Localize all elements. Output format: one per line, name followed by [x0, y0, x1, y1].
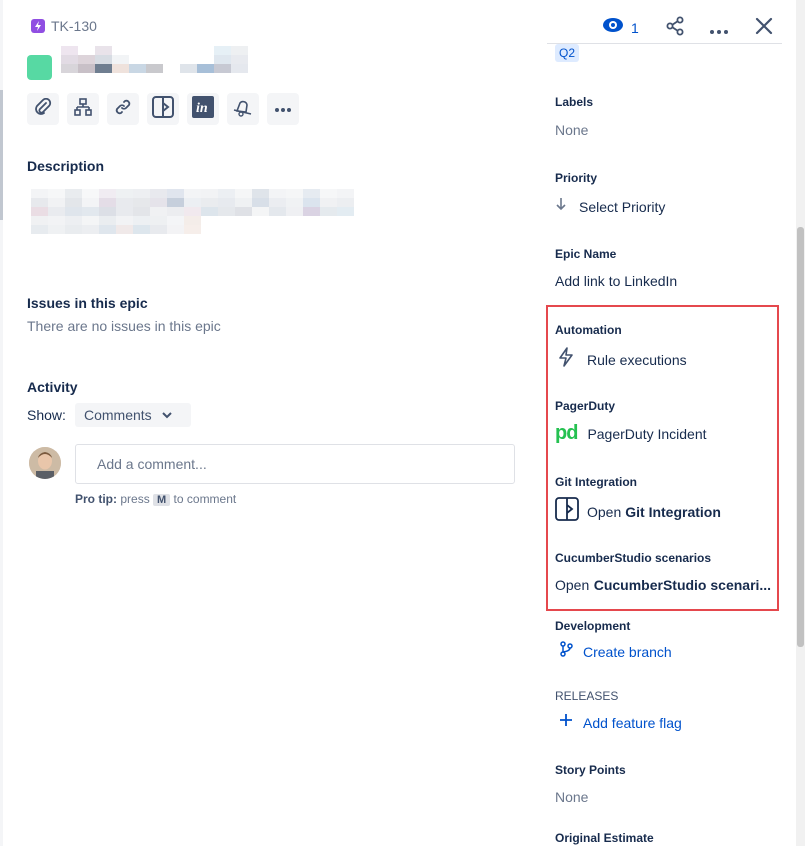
activity-filter-select[interactable]: Comments: [75, 403, 191, 427]
left-panel-scrollbar[interactable]: [0, 90, 3, 220]
labels-label: Labels: [555, 95, 594, 109]
issue-key-link[interactable]: TK-130: [51, 18, 97, 34]
cucumber-value: CucumberStudio scenari...: [593, 577, 772, 593]
automation-value: Rule executions: [587, 351, 687, 368]
share-button[interactable]: [665, 16, 685, 41]
eye-icon: [602, 17, 624, 38]
attach-button[interactable]: [27, 93, 59, 125]
epic-name-value[interactable]: Add link to LinkedIn: [555, 273, 677, 289]
pro-tip-pre: press: [120, 492, 150, 506]
chevron-down-icon: [161, 406, 172, 424]
header-divider: [547, 43, 782, 44]
sprint-tag[interactable]: Q2: [555, 44, 580, 62]
arrow-down-icon: [555, 197, 567, 216]
labels-value[interactable]: None: [555, 122, 588, 138]
create-branch-value: Create branch: [583, 643, 672, 660]
branch-icon: [559, 641, 573, 662]
svg-text:in: in: [196, 101, 208, 116]
create-branch-link[interactable]: Create branch: [559, 641, 672, 662]
git-integration-value: Git Integration: [625, 503, 721, 520]
watch-count: 1: [631, 19, 639, 36]
git-integration-button[interactable]: [147, 93, 179, 125]
issues-in-epic-empty-text: There are no issues in this epic: [27, 318, 221, 334]
close-button[interactable]: [755, 17, 773, 40]
add-feature-flag-link[interactable]: Add feature flag: [559, 713, 682, 732]
cucumber-label: CucumberStudio scenarios: [555, 551, 712, 565]
git-integration-label: Git Integration: [555, 475, 637, 489]
more-actions-button[interactable]: [267, 93, 299, 125]
plus-icon: [559, 713, 573, 732]
priority-field[interactable]: Select Priority: [555, 197, 665, 216]
pagerduty-label: PagerDuty: [555, 399, 616, 413]
pagerduty-incident[interactable]: pd PagerDuty Incident: [555, 422, 707, 445]
invision-button[interactable]: in: [187, 93, 219, 125]
pro-tip-post: to comment: [173, 492, 237, 506]
link-icon: [114, 98, 132, 121]
child-issues-button[interactable]: [67, 93, 99, 125]
epic-name-label: Epic Name: [555, 247, 617, 261]
releases-label: RELEASES: [555, 689, 619, 703]
close-icon: [755, 17, 773, 39]
alerts-button[interactable]: [227, 93, 259, 125]
activity-heading: Activity: [27, 379, 78, 395]
invision-icon: in: [191, 95, 215, 124]
git-integration-icon: [151, 95, 175, 124]
priority-value: Select Priority: [579, 198, 666, 215]
activity-filter-value: Comments: [84, 407, 152, 423]
issue-summary-redacted[interactable]: [61, 46, 248, 73]
git-integration-prefix: Open: [587, 503, 622, 520]
pro-tip: Pro tip: press M to comment: [75, 492, 236, 506]
link-issue-button[interactable]: [107, 93, 139, 125]
automation-rule-executions[interactable]: Rule executions: [558, 347, 687, 372]
automation-label: Automation: [555, 323, 622, 337]
lightning-icon: [558, 347, 574, 372]
more-icon: [709, 22, 729, 39]
description-heading: Description: [27, 158, 105, 174]
pagerduty-value: PagerDuty Incident: [587, 425, 707, 442]
more-icon: [274, 100, 292, 118]
paperclip-icon: [34, 97, 52, 121]
comment-placeholder: Add a comment...: [97, 456, 207, 472]
epic-icon: [31, 19, 45, 33]
cucumber-prefix: Open: [555, 577, 590, 593]
original-estimate-label: Original Estimate: [555, 831, 654, 845]
pro-tip-key: M: [153, 494, 171, 506]
user-avatar: [29, 447, 61, 479]
scrollbar-thumb[interactable]: [797, 227, 804, 647]
open-git-integration[interactable]: Open Git Integration: [555, 497, 721, 526]
more-options-button[interactable]: [709, 22, 729, 40]
share-icon: [665, 16, 685, 40]
watch-button[interactable]: 1: [602, 17, 639, 38]
story-points-label: Story Points: [555, 763, 626, 777]
add-feature-flag-value: Add feature flag: [583, 714, 682, 731]
open-cucumber-scenarios[interactable]: Open CucumberStudio scenari...: [555, 577, 771, 595]
epic-color-swatch[interactable]: [27, 55, 52, 80]
priority-label: Priority: [555, 171, 598, 185]
pagerduty-logo-icon: pd: [555, 422, 578, 444]
story-points-value[interactable]: None: [555, 789, 588, 805]
comment-input[interactable]: Add a comment...: [75, 444, 515, 484]
bell-icon: [231, 95, 255, 124]
show-label: Show:: [27, 407, 66, 423]
development-label: Development: [555, 619, 631, 633]
description-redacted[interactable]: [31, 189, 456, 234]
pro-tip-label: Pro tip:: [75, 492, 117, 506]
issues-in-epic-heading: Issues in this epic: [27, 295, 148, 311]
child-issues-icon: [74, 97, 92, 121]
git-integration-icon: [555, 497, 579, 526]
